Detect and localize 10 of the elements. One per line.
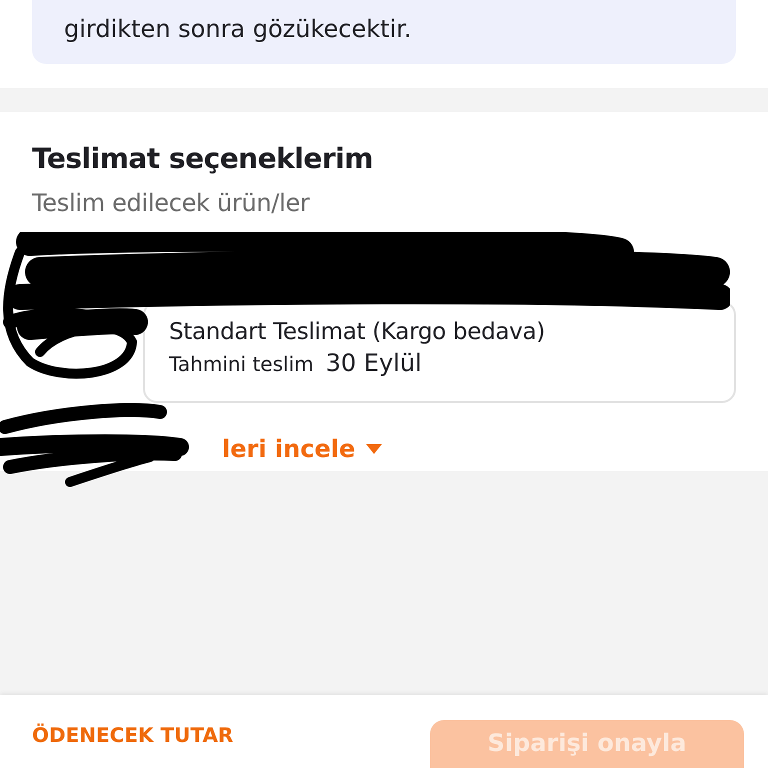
caret-icon <box>365 443 384 455</box>
delivery-option[interactable]: Standart Teslimat (Kargo bedava) Tahmini teslim 30 Eylül <box>143 301 736 403</box>
amount-label: ÖDENECEK TUTAR <box>32 723 234 747</box>
review-link[interactable]: leri incele <box>222 435 384 463</box>
info-note: girdikten sonra gözükecektir. <box>32 0 736 64</box>
section-subtitle: Teslim edilecek ürün/ler <box>32 189 311 217</box>
option-name: Standart Teslimat (Kargo bedava) <box>169 319 546 345</box>
estimate-label: Tahmini teslim <box>169 352 314 376</box>
section-title: Teslimat seçeneklerim <box>32 142 374 175</box>
estimate-date: 30 Eylül <box>326 349 422 377</box>
